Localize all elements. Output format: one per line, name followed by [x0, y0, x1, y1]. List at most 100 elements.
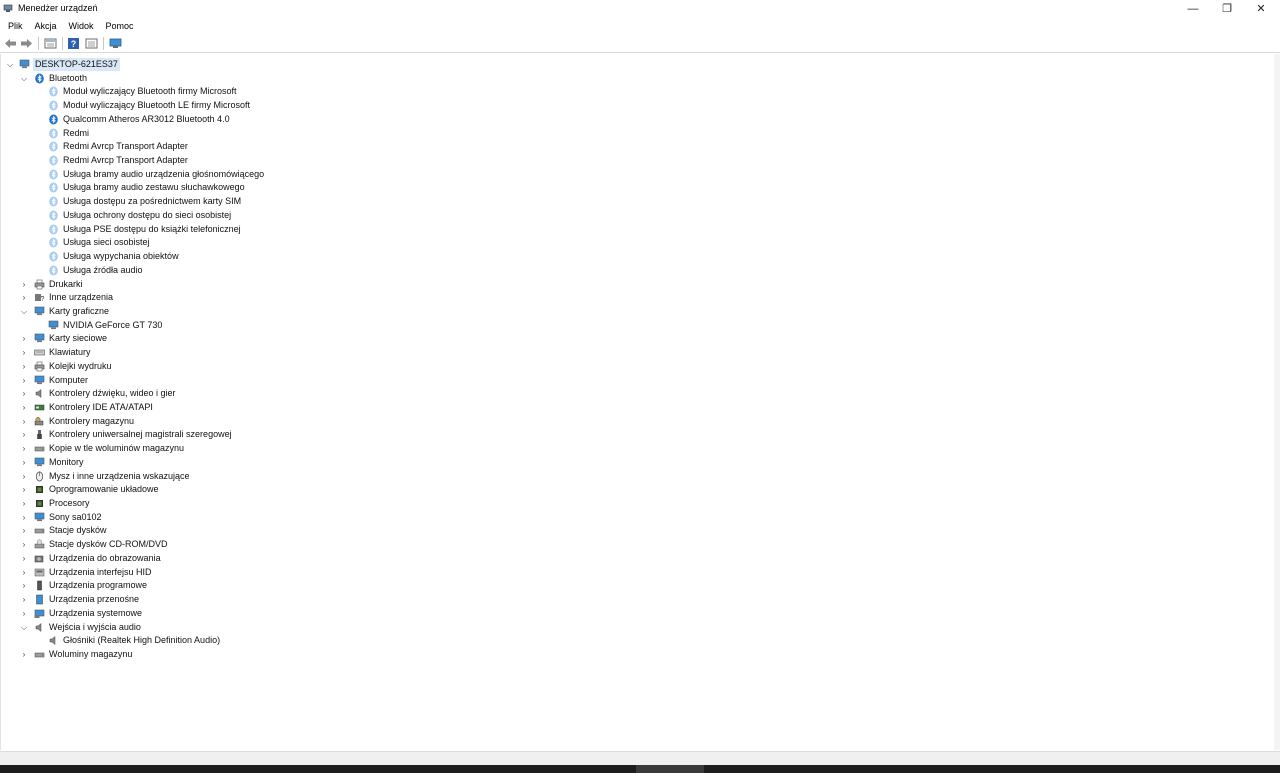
tree-item-label: Stacje dysków CD-ROM/DVD: [49, 539, 168, 550]
monitor-icon: [34, 512, 45, 521]
tree-item-label: Usługa bramy audio zestawu słuchawkowego: [63, 182, 245, 193]
tree-item-label: Inne urządzenia: [49, 292, 114, 303]
tree-item-label: Procesory: [49, 498, 90, 509]
taskbar-edge: [0, 765, 1280, 773]
tree-item-label: Redmi Avrcp Transport Adapter: [63, 155, 188, 166]
svg-text:?: ?: [71, 39, 77, 49]
menu-action[interactable]: Akcja: [31, 18, 61, 34]
computer-icon: [34, 375, 45, 384]
status-bar: [0, 751, 1280, 766]
expand-chevron-icon[interactable]: ›: [20, 566, 28, 579]
tree-item-label: Urządzenia interfejsu HID: [49, 566, 152, 577]
display-adapter-icon: [34, 306, 45, 316]
tree-item-label: Stacje dysków: [49, 525, 107, 536]
volume-shadow-icon: [34, 446, 45, 452]
expand-chevron-icon[interactable]: ›: [20, 648, 28, 661]
expand-chevron-icon[interactable]: ›: [20, 579, 28, 592]
expand-chevron-icon[interactable]: ›: [20, 552, 28, 565]
expand-chevron-icon[interactable]: ›: [20, 456, 28, 469]
expand-chevron-icon[interactable]: ›: [20, 332, 28, 345]
maximize-button[interactable]: ❐: [1210, 0, 1244, 17]
tree-item-label: Kolejki wydruku: [49, 360, 112, 371]
speaker-icon: [35, 622, 42, 632]
expand-chevron-icon[interactable]: ›: [20, 415, 28, 428]
disk-drive-icon: [34, 652, 45, 658]
printer-icon: [34, 279, 45, 289]
expand-chevron-icon[interactable]: ›: [20, 291, 28, 304]
collapse-chevron-icon[interactable]: ⌵: [20, 621, 28, 634]
window-title: Menedżer urządzeń: [18, 3, 98, 13]
tree-item-label: Karty sieciowe: [49, 333, 108, 344]
expand-chevron-icon[interactable]: ›: [20, 538, 28, 551]
expand-chevron-icon[interactable]: ›: [20, 483, 28, 496]
expand-chevron-icon[interactable]: ›: [20, 497, 28, 510]
collapse-chevron-icon[interactable]: ⌵: [6, 58, 14, 71]
expand-chevron-icon[interactable]: ›: [20, 401, 28, 414]
toolbar-separator: [38, 37, 39, 50]
expand-chevron-icon[interactable]: ›: [20, 428, 28, 441]
details-icon[interactable]: [85, 37, 98, 50]
bluetooth-device-icon: [49, 251, 58, 262]
expand-chevron-icon[interactable]: ›: [20, 607, 28, 620]
bluetooth-device-icon: [49, 196, 58, 207]
print-queue-icon: [34, 361, 45, 372]
bluetooth-device-icon: [49, 141, 58, 152]
tree-item-label: Moduł wyliczający Bluetooth firmy Micros…: [63, 86, 237, 97]
tree-item-label: Drukarki: [49, 278, 83, 289]
tree-item-label: Woluminy magazynu: [49, 648, 133, 659]
menu-help[interactable]: Pomoc: [102, 18, 138, 34]
tree-item-label: Urządzenia programowe: [49, 580, 148, 591]
bluetooth-icon: [49, 114, 58, 125]
bluetooth-device-icon: [49, 100, 58, 111]
toolbar: ?: [0, 35, 1280, 53]
keyboard-icon: [34, 349, 45, 356]
storage-controller-icon: [34, 416, 44, 425]
close-button[interactable]: ✕: [1244, 0, 1278, 17]
disk-drive-icon: [34, 529, 45, 534]
bluetooth-device-icon: [49, 182, 58, 193]
unknown-device-icon: ?: [35, 294, 45, 303]
portable-device-icon: [36, 594, 43, 605]
back-arrow-icon[interactable]: [4, 37, 17, 50]
forward-arrow-icon[interactable]: [20, 37, 33, 50]
minimize-button[interactable]: —: [1176, 0, 1210, 17]
help-icon[interactable]: ?: [67, 37, 80, 50]
expand-chevron-icon[interactable]: ›: [20, 442, 28, 455]
bluetooth-device-icon: [49, 169, 58, 180]
tree-item-label: Urządzenia do obrazowania: [49, 552, 161, 563]
expand-chevron-icon[interactable]: ›: [20, 511, 28, 524]
expand-chevron-icon[interactable]: ›: [20, 387, 28, 400]
properties-icon[interactable]: [44, 37, 57, 50]
expand-chevron-icon[interactable]: ›: [20, 360, 28, 373]
vertical-scrollbar[interactable]: [1274, 54, 1280, 750]
expand-chevron-icon[interactable]: ›: [20, 524, 28, 537]
tree-item-label: Usługa ochrony dostępu do sieci osobiste…: [63, 209, 232, 220]
tree-item-label: Kontrolery uniwersalnej magistrali szere…: [49, 429, 232, 440]
tree-item-label: Kontrolery IDE ATA/ATAPI: [49, 402, 153, 412]
expand-chevron-icon[interactable]: ›: [20, 346, 28, 359]
tree-item-label: Qualcomm Atheros AR3012 Bluetooth 4.0: [63, 113, 230, 124]
expand-chevron-icon[interactable]: ›: [20, 374, 28, 387]
svg-text:?: ?: [41, 296, 45, 303]
tree-item-label: Sony sa0102: [49, 511, 102, 522]
tree-item-label: Bluetooth: [49, 72, 88, 83]
ide-controller-icon: [34, 404, 45, 411]
monitor-scan-icon[interactable]: [109, 37, 122, 50]
expand-chevron-icon[interactable]: ›: [20, 593, 28, 606]
tree-item-label: Usługa wypychania obiektów: [63, 251, 179, 262]
bluetooth-device-icon: [49, 155, 58, 166]
menu-file[interactable]: Plik: [4, 18, 27, 34]
tree-item-label: Kontrolery magazynu: [49, 415, 135, 426]
expand-chevron-icon[interactable]: ›: [20, 278, 28, 291]
hid-icon: [34, 568, 45, 576]
cdrom-icon: [34, 539, 45, 549]
expand-chevron-icon[interactable]: ›: [20, 470, 28, 483]
device-manager-icon: [3, 4, 13, 12]
collapse-chevron-icon[interactable]: ⌵: [20, 305, 28, 318]
collapse-chevron-icon[interactable]: ⌵: [20, 72, 28, 85]
tree-item-label: Urządzenia przenośne: [49, 594, 140, 605]
tree-item-label: Usługa PSE dostępu do książki telefonicz…: [63, 223, 241, 234]
menu-view[interactable]: Widok: [65, 18, 98, 34]
tree-item-label: Redmi Avrcp Transport Adapter: [63, 141, 188, 152]
computer-icon: [19, 59, 30, 69]
